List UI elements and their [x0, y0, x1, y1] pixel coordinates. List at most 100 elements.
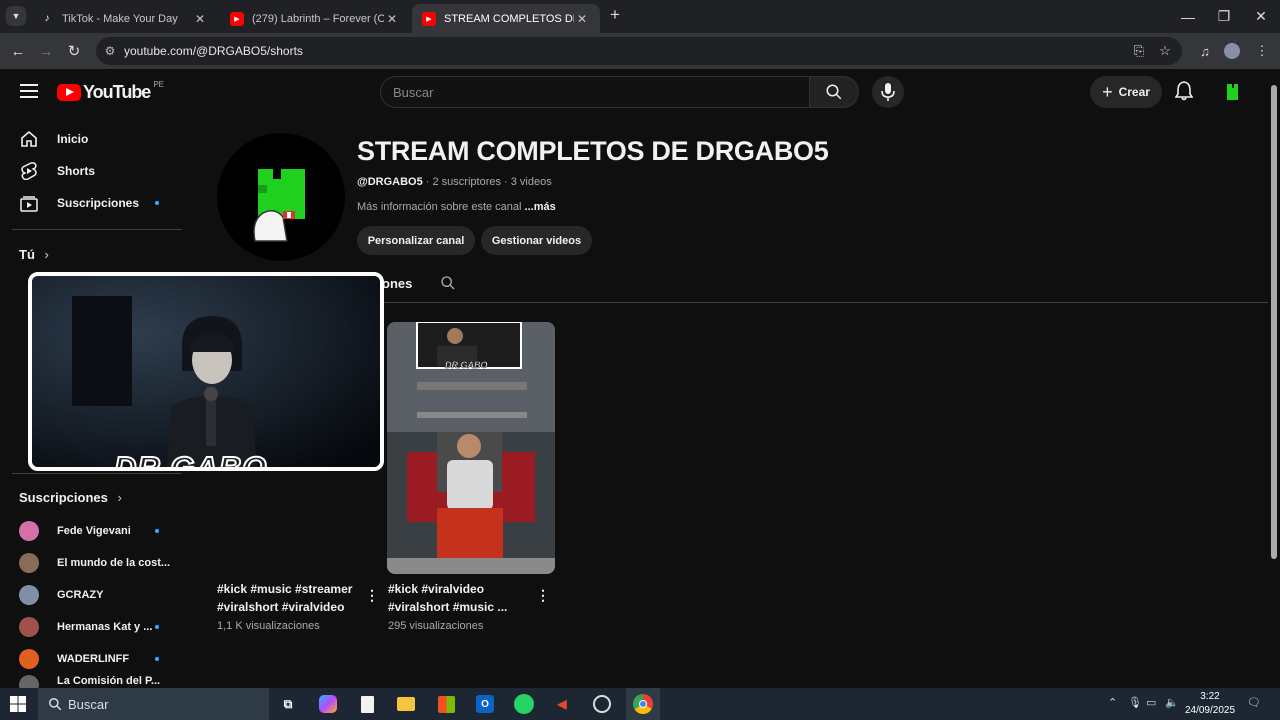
- subscriptions-icon: [20, 194, 38, 212]
- sidebar-channel-item[interactable]: El mundo de la cost...: [0, 547, 190, 579]
- notifications-bell-icon[interactable]: [1174, 81, 1195, 103]
- browser-tab-stream[interactable]: ▶ STREAM COMPLETOS DE DRGA ✕: [412, 4, 600, 33]
- more-link[interactable]: ...más: [525, 201, 556, 213]
- sidebar-channel-item[interactable]: GCRAZY: [0, 579, 190, 611]
- overlay-brand-text: DR.GABO: [113, 449, 268, 471]
- reload-icon[interactable]: ↻: [64, 41, 84, 61]
- channel-search-icon[interactable]: [440, 275, 456, 291]
- manage-videos-button[interactable]: Gestionar videos: [481, 226, 592, 255]
- shorts-icon: [20, 162, 38, 180]
- sidebar-item-subscriptions[interactable]: Suscripciones: [0, 187, 190, 219]
- sidebar-channel-item[interactable]: Fede Vigevani: [0, 515, 190, 547]
- channel-name: WADERLINFF: [57, 653, 130, 665]
- forward-arrow-icon[interactable]: →: [36, 41, 56, 61]
- create-button[interactable]: + Crear: [1090, 76, 1162, 108]
- close-tab-icon[interactable]: ✕: [574, 12, 590, 26]
- more-options-icon[interactable]: ⋮: [365, 587, 379, 604]
- more-options-icon[interactable]: ⋮: [536, 587, 550, 604]
- youtube-favicon-icon: ▶: [230, 11, 244, 26]
- browser-toolbar: ← → ↻ ⚙ youtube.com/@DRGABO5/shorts ⎘ ☆ …: [0, 33, 1280, 69]
- chevron-up-icon[interactable]: ⌃: [1108, 696, 1117, 709]
- thumbnail-brand-text: DR.GABO: [445, 360, 488, 371]
- browser-tab-tiktok[interactable]: ♪ TikTok - Make Your Day ✕: [30, 4, 218, 33]
- file-icon[interactable]: [355, 692, 379, 716]
- sidebar-you-header[interactable]: Tú ›: [19, 247, 49, 262]
- chevron-right-icon: ›: [44, 247, 49, 262]
- media-app-icon[interactable]: ◀: [550, 692, 574, 716]
- outlook-icon[interactable]: O: [473, 692, 497, 716]
- clock-date: 24/09/2025: [1184, 705, 1236, 716]
- video-title[interactable]: #kick #viralvideo #viralshort #music ...: [388, 580, 528, 616]
- channel-title: STREAM COMPLETOS DE DRGABO5: [357, 136, 829, 166]
- voice-search-button[interactable]: [872, 76, 904, 108]
- address-bar[interactable]: ⚙ youtube.com/@DRGABO5/shorts: [96, 37, 1182, 65]
- sidebar-divider: [12, 229, 182, 230]
- microphone-icon: [881, 83, 895, 101]
- tab-title: (279) Labrinth – Forever (Official: [252, 12, 384, 25]
- new-tab-button[interactable]: +: [605, 5, 625, 27]
- logo-text: YouTube: [83, 82, 151, 102]
- channel-avatar: [19, 553, 39, 573]
- notifications-icon[interactable]: 🗨: [1247, 696, 1261, 709]
- sidebar-item-shorts[interactable]: Shorts: [0, 155, 190, 187]
- customize-channel-button[interactable]: Personalizar canal: [357, 226, 475, 255]
- chevron-right-icon: ›: [117, 490, 122, 505]
- sidebar-channel-item[interactable]: WADERLINFF: [0, 643, 190, 675]
- network-icon[interactable]: ▭: [1146, 696, 1156, 709]
- clock-app-icon[interactable]: [590, 692, 614, 716]
- windows-start-icon[interactable]: [10, 696, 26, 712]
- browser-menu-icon[interactable]: ⋮: [1252, 41, 1272, 61]
- tab-search-dropdown-icon[interactable]: ▼: [6, 6, 26, 26]
- taskbar-clock[interactable]: 3:22 24/09/2025: [1180, 690, 1240, 718]
- video-title[interactable]: #kick #music #streamer #viralshort #vira…: [217, 580, 362, 616]
- taskbar-search-input[interactable]: Buscar: [38, 688, 269, 720]
- copilot-icon[interactable]: [316, 692, 340, 716]
- page-scrollbar[interactable]: [1268, 69, 1280, 688]
- new-content-dot: [155, 657, 159, 661]
- description-text: Más información sobre este canal: [357, 201, 525, 213]
- back-arrow-icon[interactable]: ←: [8, 41, 28, 61]
- microsoft-store-icon[interactable]: [434, 692, 458, 716]
- menu-hamburger-icon[interactable]: [20, 84, 38, 98]
- media-controls-icon[interactable]: ♫: [1195, 41, 1215, 61]
- channel-avatar: [19, 675, 39, 688]
- chrome-icon[interactable]: [626, 688, 660, 720]
- volume-icon[interactable]: 🔈: [1165, 696, 1179, 709]
- close-tab-icon[interactable]: ✕: [384, 12, 400, 26]
- browser-tab-bar: ▼ ♪ TikTok - Make Your Day ✕ ▶ (279) Lab…: [0, 0, 1280, 33]
- close-window-icon[interactable]: ✕: [1238, 0, 1280, 33]
- bookmark-star-icon[interactable]: ☆: [1155, 41, 1175, 61]
- plus-icon: +: [1102, 81, 1113, 102]
- scrollbar-thumb[interactable]: [1271, 85, 1277, 559]
- youtube-logo[interactable]: YouTube PE: [57, 80, 164, 103]
- search-icon: [48, 697, 62, 714]
- channel-avatar-large[interactable]: [217, 133, 345, 261]
- taskbar-search-placeholder: Buscar: [68, 696, 109, 712]
- video-views: 295 visualizaciones: [388, 620, 484, 632]
- site-info-icon[interactable]: ⚙: [96, 44, 124, 58]
- profile-avatar-icon[interactable]: [1222, 41, 1242, 61]
- task-view-icon[interactable]: ⧉: [276, 692, 300, 716]
- channel-avatar: [19, 585, 39, 605]
- channel-description[interactable]: Más información sobre este canal ...más: [357, 201, 556, 213]
- sidebar-channel-item[interactable]: Hermanas Kat y ...: [0, 611, 190, 643]
- install-app-icon[interactable]: ⎘: [1129, 41, 1149, 61]
- search-input[interactable]: Buscar: [380, 76, 810, 108]
- new-content-dot: [155, 529, 159, 533]
- button-label: Gestionar videos: [491, 234, 582, 247]
- browser-tab-labrinth[interactable]: ▶ (279) Labrinth – Forever (Official ✕: [220, 4, 410, 33]
- sidebar-subscriptions-header[interactable]: Suscripciones ›: [19, 490, 122, 505]
- youtube-favicon-icon: ▶: [422, 11, 436, 26]
- microphone-icon[interactable]: 🎙: [1128, 696, 1142, 709]
- account-avatar[interactable]: [1220, 80, 1244, 104]
- whatsapp-icon[interactable]: [512, 692, 536, 716]
- search-button[interactable]: [809, 76, 859, 108]
- tab-partial[interactable]: ones: [382, 276, 412, 291]
- search-placeholder: Buscar: [393, 84, 434, 100]
- sidebar-channel-item[interactable]: La Comisión del P...: [0, 675, 190, 688]
- sidebar-item-home[interactable]: Inicio: [0, 123, 190, 155]
- close-tab-icon[interactable]: ✕: [192, 12, 208, 26]
- file-explorer-icon[interactable]: [394, 692, 418, 716]
- short-thumbnail[interactable]: DR.GABO: [387, 322, 555, 574]
- sidebar-item-label: Inicio: [57, 132, 89, 146]
